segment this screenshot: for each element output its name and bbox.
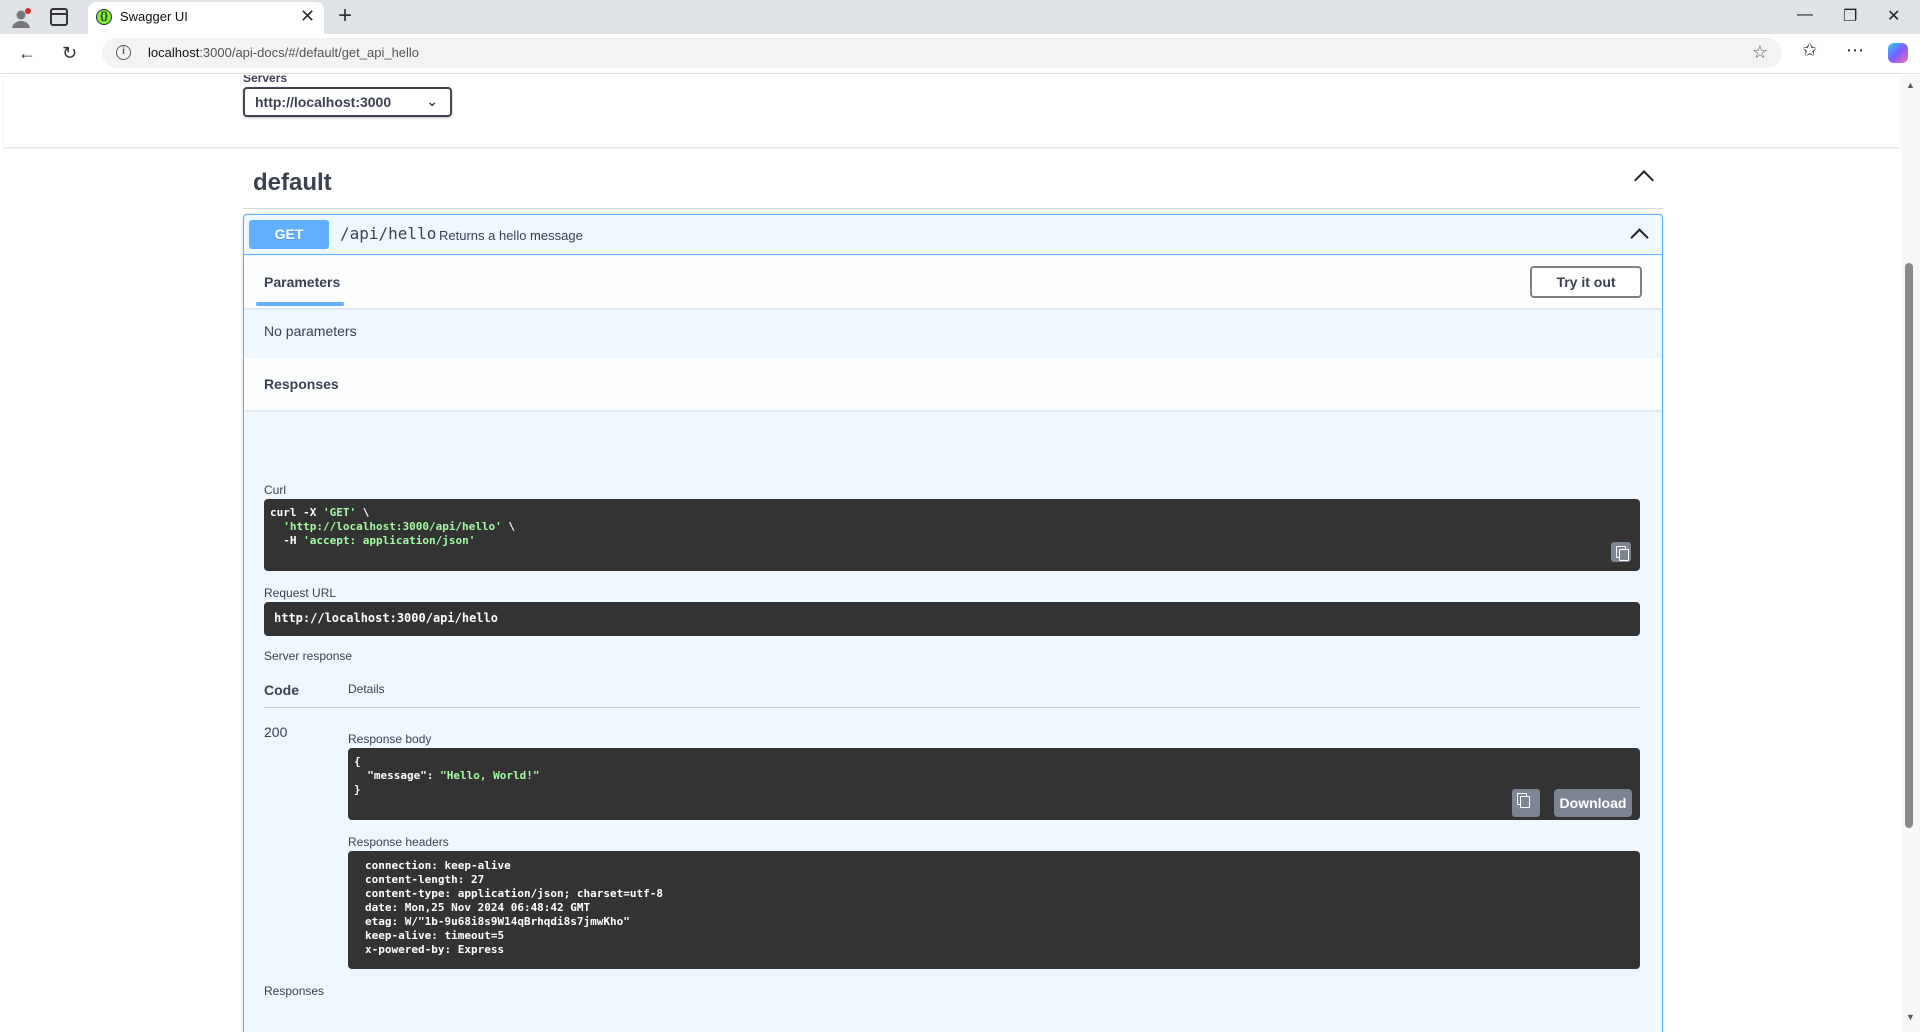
url-text: localhost:3000/api-docs/#/default/get_ap… bbox=[148, 45, 420, 60]
tab-title: Swagger UI bbox=[120, 9, 188, 24]
browser-tab-bar: {} Swagger UI ✕ + — ❐ ✕ bbox=[0, 0, 1920, 34]
response-header-line: keep-alive: timeout=5 bbox=[365, 929, 505, 942]
parameters-header: Parameters Try it out bbox=[244, 256, 1662, 308]
favorites-icon[interactable]: ✩ bbox=[1802, 40, 1817, 61]
details-column-header: Details bbox=[348, 682, 385, 696]
new-tab-icon[interactable]: + bbox=[338, 3, 352, 29]
operation-block-get-api-hello: GET /api/hello Returns a hello message P… bbox=[243, 214, 1663, 1032]
response-body-code[interactable]: { "message": "Hello, World!" } bbox=[348, 748, 1640, 820]
download-button[interactable]: Download bbox=[1554, 789, 1632, 817]
favorite-star-icon[interactable]: ☆ bbox=[1752, 42, 1768, 63]
tag-divider bbox=[243, 208, 1663, 209]
response-body-label: Response body bbox=[348, 732, 432, 746]
response-header-line: connection: keep-alive bbox=[365, 859, 511, 872]
profile-icon[interactable] bbox=[10, 7, 32, 29]
close-window-icon[interactable]: ✕ bbox=[1887, 6, 1900, 26]
copy-response-icon[interactable] bbox=[1512, 789, 1540, 817]
response-header-line: x-powered-by: Express bbox=[365, 943, 505, 956]
minimize-icon[interactable]: — bbox=[1797, 6, 1813, 24]
code-column-header: Code bbox=[264, 682, 299, 698]
refresh-icon[interactable]: ↻ bbox=[62, 42, 77, 64]
collapse-operation-chevron-icon[interactable] bbox=[1630, 228, 1649, 247]
url-input[interactable]: i localhost:3000/api-docs/#/default/get_… bbox=[102, 38, 1782, 68]
server-response-label: Server response bbox=[264, 649, 353, 663]
swagger-favicon-icon: {} bbox=[96, 9, 112, 25]
curl-line: 'http://localhost:3000/api/hello' \ bbox=[283, 520, 516, 533]
scroll-up-arrow-icon[interactable]: ▲ bbox=[1906, 80, 1915, 90]
scroll-down-arrow-icon[interactable]: ▼ bbox=[1906, 1012, 1915, 1022]
copilot-icon[interactable] bbox=[1888, 43, 1908, 63]
http-method-badge: GET bbox=[249, 220, 329, 249]
curl-label: Curl bbox=[264, 483, 287, 497]
request-url-value[interactable]: http://localhost:3000/api/hello bbox=[264, 602, 1640, 636]
curl-code-block[interactable]: curl -X 'GET' \ 'http://localhost:3000/a… bbox=[264, 499, 1640, 571]
chevron-down-icon: ⌄ bbox=[426, 93, 438, 109]
responses-bottom-label: Responses bbox=[264, 984, 325, 998]
response-headers-code[interactable]: connection: keep-alive content-length: 27… bbox=[348, 851, 1640, 969]
servers-label: Servers bbox=[243, 75, 288, 85]
site-info-icon[interactable]: i bbox=[116, 45, 131, 60]
back-icon[interactable]: ← bbox=[18, 42, 36, 64]
request-url-label: Request URL bbox=[264, 586, 337, 600]
tag-title[interactable]: default bbox=[253, 169, 332, 197]
active-tab-indicator bbox=[256, 302, 344, 306]
response-headers-label: Response headers bbox=[348, 835, 449, 849]
responses-title: Responses bbox=[264, 376, 339, 392]
tab-actions-icon[interactable] bbox=[50, 8, 68, 26]
restore-icon[interactable]: ❐ bbox=[1843, 6, 1857, 26]
tab-parameters[interactable]: Parameters bbox=[264, 274, 340, 290]
servers-selected-value: http://localhost:3000 bbox=[255, 94, 392, 110]
page-viewport: Servers http://localhost:3000 ⌄ default … bbox=[0, 75, 1902, 1032]
response-header-line: content-type: application/json; charset=… bbox=[365, 887, 664, 900]
response-status-code: 200 bbox=[264, 724, 288, 740]
close-tab-icon[interactable]: ✕ bbox=[300, 6, 315, 26]
no-parameters-text: No parameters bbox=[264, 323, 357, 339]
try-it-out-button[interactable]: Try it out bbox=[1530, 266, 1642, 298]
responses-header: Responses bbox=[244, 358, 1662, 410]
copy-curl-icon[interactable] bbox=[1611, 542, 1631, 562]
servers-select[interactable]: http://localhost:3000 ⌄ bbox=[243, 87, 452, 117]
response-header-line: date: Mon,25 Nov 2024 06:48:42 GMT bbox=[365, 901, 591, 914]
curl-line: curl -X 'GET' \ bbox=[270, 506, 370, 519]
operation-summary-text: Returns a hello message bbox=[439, 228, 583, 243]
response-header-line: etag: W/"1b-9u68i8s9W14qBrhqdi8s7jmwKho" bbox=[365, 915, 630, 928]
address-bar-row: ← ↻ i localhost:3000/api-docs/#/default/… bbox=[0, 34, 1920, 74]
more-menu-icon[interactable]: ⋯ bbox=[1846, 40, 1864, 61]
scrollbar-thumb[interactable] bbox=[1905, 263, 1913, 828]
response-header-line: content-length: 27 bbox=[365, 873, 485, 886]
operation-summary[interactable]: GET /api/hello Returns a hello message bbox=[244, 215, 1662, 255]
response-table-divider bbox=[264, 707, 1640, 708]
collapse-tag-chevron-icon[interactable] bbox=[1634, 170, 1654, 190]
operation-path: /api/hello bbox=[340, 224, 437, 243]
curl-line: -H 'accept: application/json' bbox=[270, 534, 476, 547]
